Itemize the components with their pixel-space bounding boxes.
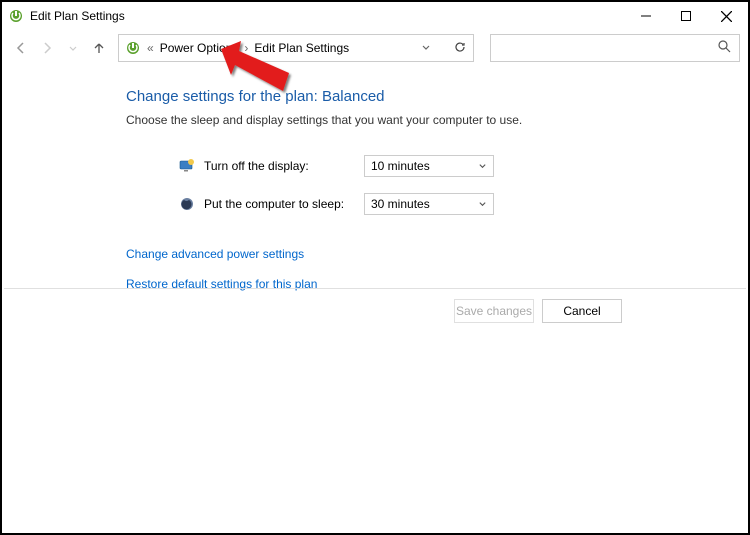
page-title: Change settings for the plan: Balanced: [126, 88, 748, 105]
breadcrumb-current[interactable]: Edit Plan Settings: [254, 41, 349, 55]
chevron-right-icon: ›: [244, 41, 248, 55]
minimize-button[interactable]: [626, 2, 666, 30]
address-bar[interactable]: « Power Options › Edit Plan Settings: [118, 34, 474, 62]
advanced-settings-link[interactable]: Change advanced power settings: [126, 247, 748, 261]
save-button: Save changes: [454, 299, 534, 323]
recent-dropdown[interactable]: [62, 37, 84, 59]
back-button[interactable]: [10, 37, 32, 59]
search-icon: [718, 40, 731, 56]
action-footer: Save changes Cancel: [4, 288, 746, 332]
setting-label: Turn off the display:: [204, 159, 364, 173]
search-input[interactable]: [490, 34, 740, 62]
power-options-icon: [8, 8, 24, 24]
main-content: Change settings for the plan: Balanced C…: [2, 66, 748, 291]
display-timeout-select[interactable]: 10 minutes: [364, 155, 494, 177]
up-button[interactable]: [88, 37, 110, 59]
navigation-bar: « Power Options › Edit Plan Settings: [2, 30, 748, 66]
cancel-button[interactable]: Cancel: [542, 299, 622, 323]
forward-button[interactable]: [36, 37, 58, 59]
breadcrumb-overflow[interactable]: «: [147, 41, 154, 55]
sleep-icon: [178, 195, 196, 213]
window-title: Edit Plan Settings: [30, 9, 125, 23]
page-description: Choose the sleep and display settings th…: [126, 113, 748, 127]
chevron-down-icon[interactable]: [421, 41, 431, 55]
setting-label: Put the computer to sleep:: [204, 197, 364, 211]
select-value: 10 minutes: [371, 159, 430, 173]
chevron-down-icon: [478, 197, 487, 211]
close-button[interactable]: [706, 2, 746, 30]
sleep-timeout-select[interactable]: 30 minutes: [364, 193, 494, 215]
display-icon: [178, 157, 196, 175]
maximize-button[interactable]: [666, 2, 706, 30]
setting-sleep: Put the computer to sleep: 30 minutes: [178, 193, 748, 215]
setting-display-off: Turn off the display: 10 minutes: [178, 155, 748, 177]
chevron-down-icon: [478, 159, 487, 173]
titlebar: Edit Plan Settings: [2, 2, 748, 30]
refresh-button[interactable]: [453, 40, 467, 57]
breadcrumb-parent[interactable]: Power Options: [160, 41, 239, 55]
select-value: 30 minutes: [371, 197, 430, 211]
power-options-icon: [125, 40, 141, 56]
